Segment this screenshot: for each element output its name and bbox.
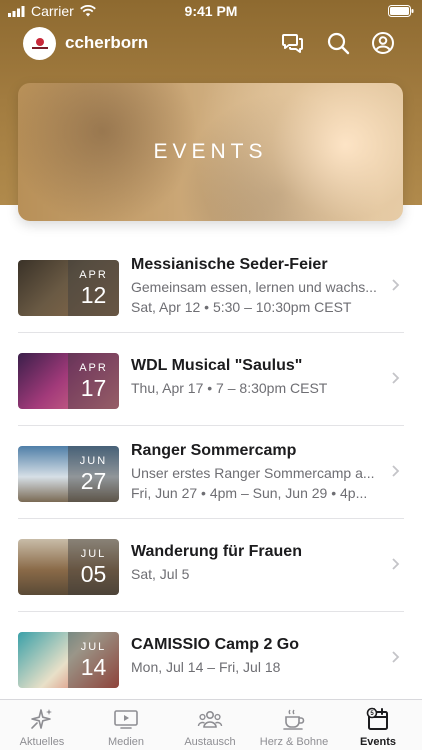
- tab-austausch[interactable]: Austausch: [168, 700, 252, 750]
- event-datetime: Fri, Jun 27 • 4pm – Sun, Jun 29 • 4p...: [131, 485, 368, 501]
- event-day: 12: [80, 282, 107, 308]
- event-title: WDL Musical "Saulus": [131, 357, 303, 374]
- event-month: APR: [79, 362, 108, 374]
- search-icon[interactable]: [326, 31, 350, 55]
- event-day: 14: [80, 654, 107, 680]
- sparkle-icon: [31, 709, 52, 729]
- event-title: CAMISSIO Camp 2 Go: [131, 636, 300, 653]
- tab-label: Herz & Bohne: [259, 736, 329, 748]
- tab-label: Events: [359, 736, 397, 748]
- event-row[interactable]: JUL 05 Wanderung für Frauen Sat, Jul 5: [0, 519, 422, 612]
- event-row[interactable]: APR 12 Messianische Seder-Feier Gemeinsa…: [0, 240, 422, 333]
- event-thumbnail: APR 17: [18, 353, 119, 409]
- event-row[interactable]: JUN 27 Ranger Sommercamp Unser erstes Ra…: [0, 426, 422, 519]
- chevron-right-icon: [392, 372, 400, 384]
- calendar-icon: 5: [366, 707, 388, 730]
- chevron-right-icon: [392, 279, 400, 291]
- app-bar: ccherborn: [0, 25, 422, 63]
- avatar[interactable]: [23, 27, 56, 60]
- chevron-right-icon: [392, 465, 400, 477]
- event-day: 27: [80, 468, 107, 494]
- event-title: Wanderung für Frauen: [131, 543, 302, 560]
- event-description: Unser erstes Ranger Sommercamp a...: [131, 465, 375, 481]
- event-title: Ranger Sommercamp: [131, 442, 297, 459]
- coffee-icon: [283, 709, 305, 730]
- tab-label: Austausch: [184, 736, 236, 748]
- event-date-badge: APR 17: [68, 353, 119, 409]
- profile-icon[interactable]: [371, 31, 395, 55]
- event-datetime: Sat, Apr 12 • 5:30 – 10:30pm CEST: [131, 299, 352, 315]
- event-thumbnail: JUL 14: [18, 632, 119, 688]
- events-hero-banner: EVENTS: [18, 83, 403, 221]
- event-title: Messianische Seder-Feier: [131, 256, 328, 273]
- chevron-right-icon: [392, 651, 400, 663]
- event-month: JUN: [79, 455, 108, 467]
- status-time: 9:41 PM: [184, 3, 238, 19]
- chat-icon[interactable]: [281, 31, 305, 55]
- event-date-badge: JUN 27: [68, 446, 119, 502]
- status-bar: Carrier 9:41 PM: [0, 0, 422, 22]
- tab-herz-bohne[interactable]: Herz & Bohne: [252, 700, 336, 750]
- tab-aktuelles[interactable]: Aktuelles: [0, 700, 84, 750]
- hero-title: EVENTS: [153, 140, 268, 163]
- tab-events[interactable]: 5 Events: [336, 700, 420, 750]
- event-description: Gemeinsam essen, lernen und wachs...: [131, 279, 377, 295]
- event-datetime: Thu, Apr 17 • 7 – 8:30pm CEST: [131, 380, 328, 396]
- event-day: 05: [80, 561, 107, 587]
- event-row[interactable]: JUL 14 CAMISSIO Camp 2 Go Mon, Jul 14 – …: [0, 612, 422, 705]
- tab-bar: Aktuelles Medien Austausch Herz & Bohne …: [0, 699, 422, 750]
- event-date-badge: JUL 05: [68, 539, 119, 595]
- people-icon: [197, 711, 223, 728]
- tab-label: Medien: [107, 736, 145, 748]
- tv-icon: [114, 710, 138, 729]
- tab-label: Aktuelles: [19, 736, 65, 748]
- tab-medien[interactable]: Medien: [84, 700, 168, 750]
- event-month: JUL: [80, 641, 107, 653]
- username: ccherborn: [65, 33, 149, 52]
- event-day: 17: [80, 375, 107, 401]
- event-thumbnail: APR 12: [18, 260, 119, 316]
- battery-icon: [388, 5, 414, 17]
- event-row[interactable]: APR 17 WDL Musical "Saulus" Thu, Apr 17 …: [0, 333, 422, 426]
- event-thumbnail: JUN 27: [18, 446, 119, 502]
- event-date-badge: APR 12: [68, 260, 119, 316]
- event-datetime: Mon, Jul 14 – Fri, Jul 18: [131, 659, 281, 675]
- event-datetime: Sat, Jul 5: [131, 566, 190, 582]
- event-month: APR: [79, 269, 108, 281]
- event-date-badge: JUL 14: [68, 632, 119, 688]
- events-screen: Carrier 9:41 PM ccherborn EVENTS APR 12 …: [0, 0, 422, 750]
- event-thumbnail: JUL 05: [18, 539, 119, 595]
- event-month: JUL: [80, 548, 107, 560]
- chevron-right-icon: [392, 558, 400, 570]
- church-logo-icon: [31, 37, 49, 50]
